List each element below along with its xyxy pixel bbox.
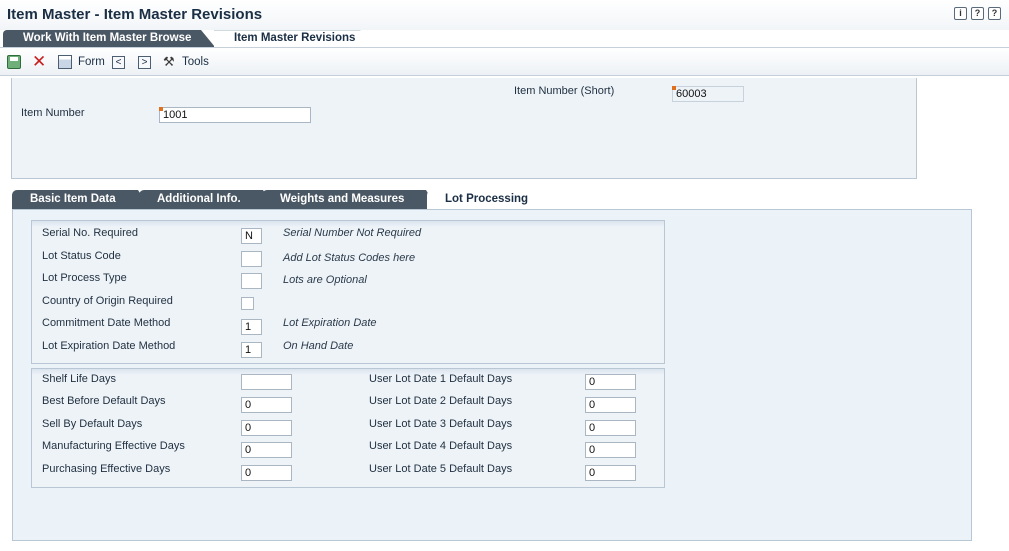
cancel-button[interactable]: ✕ (32, 52, 47, 71)
lot-status-code-field[interactable] (241, 251, 262, 267)
sell-by-default-days-label: Sell By Default Days (42, 418, 143, 430)
item-number-field[interactable]: 1001 (159, 107, 311, 123)
tools-menu-label: Tools (182, 56, 209, 68)
user-lot-date-3-field[interactable]: 0 (585, 420, 636, 436)
user-lot-date-2-label: User Lot Date 2 Default Days (369, 395, 513, 407)
group-header-band (32, 369, 664, 375)
tools-icon: ⚒ (163, 54, 175, 69)
chevron-left-icon: < (112, 55, 125, 69)
form-menu-button[interactable]: Form (58, 54, 105, 70)
lot-processing-panel: Serial No. Required N Serial Number Not … (12, 209, 972, 541)
lot-process-type-field[interactable] (241, 273, 262, 289)
form-tabs: Basic Item Data Additional Info. Weights… (12, 190, 972, 209)
country-of-origin-required-checkbox[interactable] (241, 297, 254, 310)
item-number-label: Item Number (21, 107, 85, 119)
info-icon[interactable]: i (954, 7, 967, 20)
toolbar: ✕ Form < > ⚒ Tools (0, 47, 1009, 76)
shelf-life-days-label: Shelf Life Days (42, 373, 116, 385)
previous-record-button[interactable]: < (112, 54, 125, 70)
user-lot-date-5-field[interactable]: 0 (585, 465, 636, 481)
best-before-default-days-label: Best Before Default Days (42, 395, 166, 407)
default-days-group: Shelf Life Days User Lot Date 1 Default … (31, 368, 665, 488)
lot-expiration-date-method-label: Lot Expiration Date Method (42, 340, 176, 352)
country-of-origin-required-label: Country of Origin Required (42, 295, 173, 307)
manufacturing-effective-days-field[interactable]: 0 (241, 442, 292, 458)
user-lot-date-1-label: User Lot Date 1 Default Days (369, 373, 513, 385)
shelf-life-days-field[interactable] (241, 374, 292, 390)
next-record-button[interactable]: > (138, 54, 151, 70)
header-panel: Item Number (Short) 60003 Item Number 10… (11, 78, 917, 179)
lot-expiration-date-method-desc: On Hand Date (283, 340, 354, 352)
form-icon (58, 55, 72, 69)
lot-expiration-date-method-field[interactable]: 1 (241, 342, 262, 358)
commitment-date-method-label: Commitment Date Method (42, 317, 171, 329)
tab-lot-processing[interactable]: Lot Processing (427, 190, 555, 209)
lot-process-type-desc: Lots are Optional (283, 274, 367, 286)
best-before-default-days-field[interactable]: 0 (241, 397, 292, 413)
tab-item-master-revisions-label[interactable]: Item Master Revisions (214, 30, 359, 47)
purchasing-effective-days-label: Purchasing Effective Days (42, 463, 171, 475)
lot-settings-group: Serial No. Required N Serial Number Not … (31, 220, 665, 364)
tab-label: Work With Item Master Browse (23, 32, 192, 44)
form-menu-label: Form (78, 56, 105, 68)
user-lot-date-4-label: User Lot Date 4 Default Days (369, 440, 513, 452)
sell-by-default-days-field[interactable]: 0 (241, 420, 292, 436)
lot-status-code-label: Lot Status Code (42, 250, 121, 262)
lot-process-type-label: Lot Process Type (42, 272, 127, 284)
user-lot-date-2-field[interactable]: 0 (585, 397, 636, 413)
title-icons: i ? ? (954, 7, 1001, 20)
save-button[interactable] (7, 54, 21, 70)
help-icon[interactable]: ? (971, 7, 984, 20)
user-lot-date-5-label: User Lot Date 5 Default Days (369, 463, 513, 475)
user-lot-date-1-field[interactable]: 0 (585, 374, 636, 390)
cancel-icon: ✕ (32, 52, 47, 71)
window-title: Item Master - Item Master Revisions (7, 6, 263, 23)
context-help-icon[interactable]: ? (988, 7, 1001, 20)
chevron-right-icon: > (138, 55, 151, 69)
save-icon (7, 55, 21, 69)
tab-weights-and-measures[interactable]: Weights and Measures (262, 190, 438, 209)
tools-menu-button[interactable]: ⚒ Tools (163, 54, 209, 70)
item-number-short-field: 60003 (672, 86, 744, 102)
tab-basic-item-data[interactable]: Basic Item Data (12, 190, 150, 209)
tab-work-with-item-master-browse[interactable]: Work With Item Master Browse (3, 30, 215, 47)
user-lot-date-3-label: User Lot Date 3 Default Days (369, 418, 513, 430)
commitment-date-method-field[interactable]: 1 (241, 319, 262, 335)
tab-additional-info[interactable]: Additional Info. (139, 190, 275, 209)
serial-no-required-field[interactable]: N (241, 228, 262, 244)
purchasing-effective-days-field[interactable]: 0 (241, 465, 292, 481)
serial-no-required-desc: Serial Number Not Required (283, 227, 422, 239)
commitment-date-method-desc: Lot Expiration Date (283, 317, 377, 329)
user-lot-date-4-field[interactable]: 0 (585, 442, 636, 458)
manufacturing-effective-days-label: Manufacturing Effective Days (42, 440, 185, 452)
serial-no-required-label: Serial No. Required (42, 227, 138, 239)
title-bar: Item Master - Item Master Revisions i ? … (0, 0, 1009, 30)
app-tabstrip: Work With Item Master Browse Item Master… (0, 30, 1009, 47)
lot-status-code-desc: Add Lot Status Codes here (283, 252, 416, 264)
item-number-short-label: Item Number (Short) (514, 85, 615, 97)
